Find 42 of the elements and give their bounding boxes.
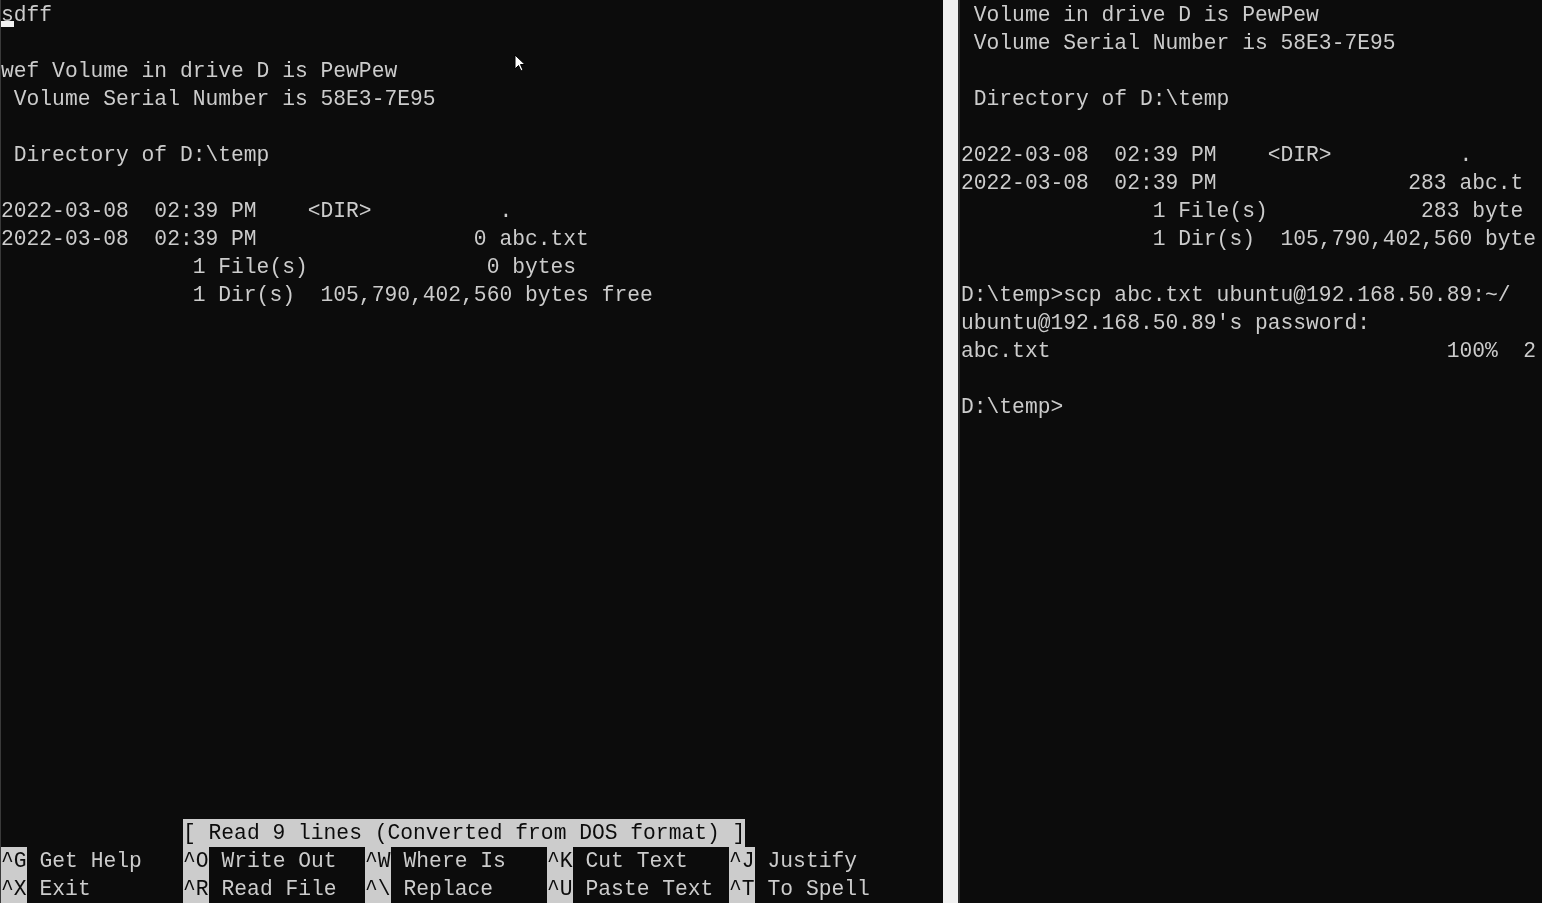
- terminal-line: wef Volume in drive D is PewPew: [1, 58, 398, 85]
- shortcut-key[interactable]: ^T: [729, 875, 755, 903]
- shortcut-key[interactable]: ^G: [1, 847, 27, 875]
- shortcut-label: Get Help: [39, 848, 142, 875]
- shortcut-label: Paste Text: [585, 876, 714, 903]
- shortcut-key[interactable]: ^W: [365, 847, 391, 875]
- terminal-line: D:\temp>scp abc.txt ubuntu@192.168.50.89:~/: [961, 282, 1511, 309]
- shortcut-key[interactable]: ^U: [547, 875, 573, 903]
- shortcut-key[interactable]: ^R: [183, 875, 209, 903]
- shortcut-label: Justify: [767, 848, 858, 875]
- shortcut-label: Replace: [403, 876, 494, 903]
- status-message: [ Read 9 lines (Converted from DOS format) ]: [183, 819, 746, 847]
- shortcut-label: To Spell: [767, 876, 870, 903]
- terminal-line: 2022-03-08 02:39 PM 0 abc.txt: [1, 226, 589, 253]
- shortcut-label: Where Is: [403, 848, 506, 875]
- terminal-line: 2022-03-08 02:39 PM <DIR> .: [1, 198, 513, 225]
- terminal-line: Volume Serial Number is 58E3-7E95: [12, 86, 436, 113]
- terminal-line: Volume in drive D is PewPew: [972, 2, 1319, 29]
- terminal-line: 2022-03-08 02:39 PM <DIR> .: [961, 142, 1473, 169]
- mouse-pointer-icon: [514, 54, 526, 73]
- text-cursor: [1, 21, 14, 27]
- shortcut-key[interactable]: ^J: [729, 847, 755, 875]
- shortcut-key[interactable]: ^X: [1, 875, 27, 903]
- terminal-line: Directory of D:\temp: [12, 142, 270, 169]
- shortcut-key[interactable]: ^K: [547, 847, 573, 875]
- shortcut-key[interactable]: ^O: [183, 847, 209, 875]
- terminal-line: 2022-03-08 02:39 PM 283 abc.t: [961, 170, 1524, 197]
- terminal-line: Directory of D:\temp: [972, 86, 1230, 113]
- terminal-line: Volume Serial Number is 58E3-7E95: [972, 30, 1396, 57]
- terminal-line: 1 File(s) 283 byte: [1151, 198, 1524, 225]
- terminal-line: D:\temp>: [961, 394, 1064, 421]
- shortcut-key[interactable]: ^\: [365, 875, 391, 903]
- terminal-line: sdff: [1, 2, 53, 29]
- shortcut-label: Cut Text: [585, 848, 688, 875]
- shortcut-label: Write Out: [221, 848, 337, 875]
- shortcut-label: Read File: [221, 876, 337, 903]
- terminal-line: 1 File(s) 0 bytes: [191, 254, 577, 281]
- shortcut-label: Exit: [39, 876, 91, 903]
- terminal-line: 1 Dir(s) 105,790,402,560 byte: [1151, 226, 1537, 253]
- terminal-line: ubuntu@192.168.50.89's password:: [961, 310, 1370, 337]
- terminal-line: 1 Dir(s) 105,790,402,560 bytes free: [191, 282, 653, 309]
- terminal-line: abc.txt 100% 2: [961, 338, 1537, 365]
